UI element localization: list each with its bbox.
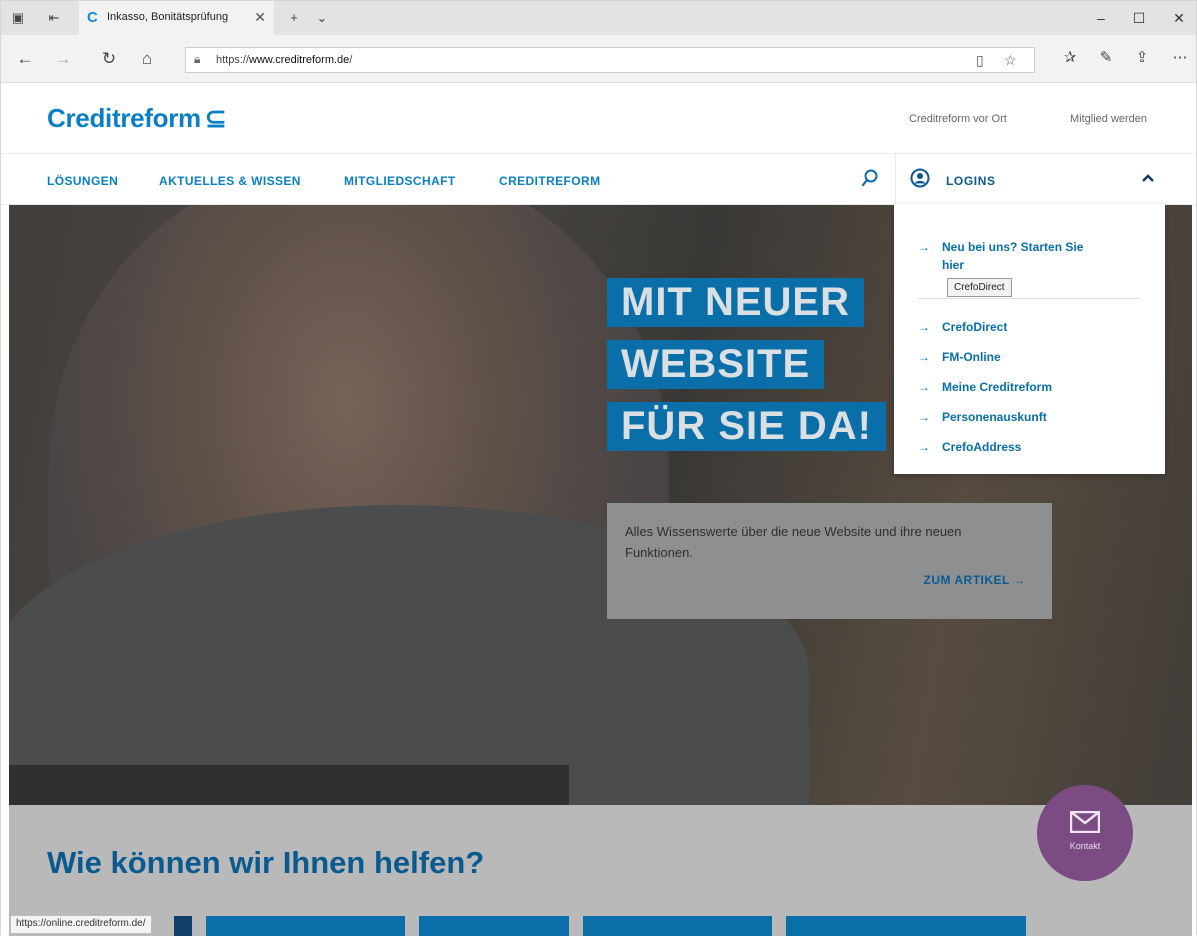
creditreform-logo[interactable]: Creditreform ⊆ [47, 103, 227, 134]
more-icon[interactable]: ⋯ [1169, 48, 1191, 66]
divider [918, 298, 1140, 299]
logins-toggle[interactable]: LOGINS [895, 154, 1195, 206]
user-icon [910, 168, 930, 188]
favorite-star-icon[interactable]: ☆ [1004, 52, 1017, 69]
refresh-icon[interactable]: ↻ [99, 49, 119, 69]
tab-title: Inkasso, Bonitätsprüfung [107, 11, 229, 23]
maximize-icon[interactable]: ☐ [1129, 10, 1149, 27]
dd-item-crefoaddress[interactable]: → CrefoAddress [918, 440, 1021, 454]
help-tile[interactable] [786, 916, 1026, 936]
nav-item-loesungen[interactable]: LÖSUNGEN [47, 174, 118, 188]
arrow-right-icon: → [918, 410, 930, 424]
help-tile[interactable] [419, 916, 569, 936]
help-tile[interactable] [583, 916, 772, 936]
tab-list-chevron-icon[interactable]: ⌄ [313, 9, 331, 27]
main-nav: LÖSUNGEN AKTUELLES & WISSEN MITGLIEDSCHA… [1, 153, 1196, 206]
contact-button[interactable]: Kontakt [1037, 785, 1133, 881]
hero-headline-line1: MIT NEUER [607, 278, 864, 327]
back-icon[interactable]: ← [15, 49, 35, 69]
nav-item-aktuelles[interactable]: AKTUELLES & WISSEN [159, 174, 301, 188]
arrow-right-icon: → [918, 380, 930, 394]
hero-headline-line3: FÜR SIE DA! [607, 402, 886, 451]
browser-tab-active[interactable]: С Inkasso, Bonitätsprüfung ✕ [79, 1, 274, 35]
dd-item-crefodirect[interactable]: → CrefoDirect [918, 320, 1007, 334]
logins-label: LOGINS [946, 174, 996, 188]
arrow-right-icon: → [1013, 573, 1026, 587]
logo-mark-icon: ⊆ [204, 103, 227, 133]
reading-view-icon[interactable]: ▯ [976, 52, 984, 69]
notes-pen-icon[interactable]: ✎ [1095, 48, 1117, 66]
url-text: https://www.creditreform.de/ [216, 54, 353, 66]
home-icon[interactable]: ⌂ [137, 49, 157, 69]
dd-item-fm-online[interactable]: → FM-Online [918, 350, 1001, 364]
help-section: Wie können wir Ihnen helfen? [9, 805, 1192, 936]
arrow-right-icon: → [918, 440, 930, 454]
browser-window: ▣ ⇤ С Inkasso, Bonitätsprüfung ✕ + ⌄ – ☐… [0, 0, 1197, 936]
hero-headline-line2: WEBSITE [607, 340, 825, 389]
forward-icon[interactable]: → [53, 49, 73, 69]
envelope-icon [1070, 811, 1100, 833]
link-creditreform-vor-ort[interactable]: Creditreform vor Ort [909, 113, 1007, 125]
close-window-icon[interactable]: ✕ [1169, 10, 1189, 27]
tab-close-icon[interactable]: ✕ [254, 9, 266, 26]
dd-item-neu-bei-uns[interactable]: → Neu bei uns? Starten Sie hier [918, 238, 1128, 274]
tab-preview-icon[interactable]: ▣ [9, 9, 27, 27]
dd-item-meine-creditreform[interactable]: → Meine Creditreform [918, 380, 1052, 394]
arrow-right-icon: → [918, 320, 930, 334]
search-icon[interactable] [861, 169, 879, 187]
zum-artikel-link[interactable]: ZUM ARTIKEL → [923, 573, 1026, 587]
new-tab-icon[interactable]: + [285, 9, 303, 27]
minimize-icon[interactable]: – [1091, 10, 1111, 26]
share-icon[interactable]: ⇪ [1131, 48, 1153, 66]
link-mitglied-werden[interactable]: Mitglied werden [1070, 113, 1147, 125]
hover-tooltip: CrefoDirect [947, 278, 1012, 297]
logins-dropdown: → Neu bei uns? Starten Sie hier → CrefoDire… [894, 204, 1165, 474]
hero-teaser-box: Alles Wissenswerte über die neue Website… [607, 503, 1052, 619]
url-input[interactable]: 🔒︎ https://www.creditreform.de/ ▯ ☆ [185, 47, 1035, 73]
teaser-text: Alles Wissenswerte über die neue Website… [625, 524, 962, 560]
help-tile[interactable] [206, 916, 405, 936]
dd-item-personenauskunft[interactable]: → Personenauskunft [918, 410, 1047, 424]
tab-bar: ▣ ⇤ С Inkasso, Bonitätsprüfung ✕ + ⌄ – ☐… [1, 1, 1196, 35]
creditreform-favicon-icon: С [87, 9, 98, 26]
nav-item-mitgliedschaft[interactable]: MITGLIEDSCHAFT [344, 174, 456, 188]
arrow-right-icon: → [918, 350, 930, 364]
contact-label: Kontakt [1069, 841, 1101, 851]
help-section-title: Wie können wir Ihnen helfen? [47, 845, 485, 880]
help-tile[interactable] [174, 916, 192, 936]
set-tabs-aside-icon[interactable]: ⇤ [45, 9, 63, 27]
lock-icon: 🔒︎ [194, 52, 201, 66]
address-bar: ← → ↻ ⌂ 🔒︎ https://www.creditreform.de/ … [1, 35, 1196, 83]
status-bar-url: https://online.creditreform.de/ [10, 915, 152, 934]
favorites-icon[interactable]: ✰ [1059, 48, 1081, 66]
arrow-right-icon: → [918, 240, 930, 254]
chevron-up-icon [1142, 174, 1154, 182]
nav-item-creditreform[interactable]: CREDITREFORM [499, 174, 600, 188]
